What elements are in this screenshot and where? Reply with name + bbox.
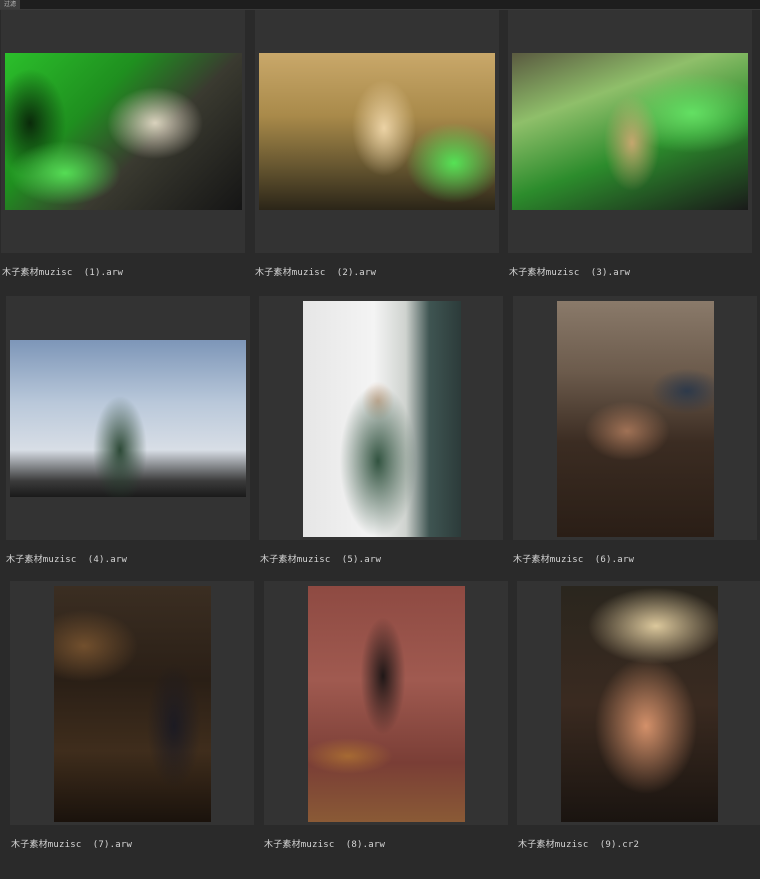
thumbnail-image-8[interactable] [308,586,465,822]
thumbnail-caption-2: 木子素材muzisc (2).arw [255,268,377,278]
thumbnail-image-7[interactable] [54,586,211,822]
thumbnail-card-4[interactable] [6,296,250,540]
thumbnail-card-5[interactable] [259,296,503,540]
thumbnail-card-2[interactable] [255,10,499,253]
thumbnail-image-5[interactable] [303,301,461,537]
thumbnail-caption-9: 木子素材muzisc (9).cr2 [518,840,640,850]
filter-tab[interactable]: 过滤 [0,0,21,9]
thumbnail-caption-3: 木子素材muzisc (3).arw [509,268,631,278]
thumbnail-caption-7: 木子素材muzisc (7).arw [11,840,133,850]
thumbnail-card-9[interactable] [517,581,760,825]
thumbnail-image-1[interactable] [5,53,242,210]
thumbnail-image-4[interactable] [10,340,246,497]
thumbnail-caption-4: 木子素材muzisc (4).arw [6,555,128,565]
top-toolbar: 过滤 [0,0,760,10]
thumbnail-caption-8: 木子素材muzisc (8).arw [264,840,386,850]
thumbnail-card-7[interactable] [10,581,254,825]
thumbnail-card-1[interactable] [1,10,245,253]
thumbnail-image-9[interactable] [561,586,718,822]
thumbnail-image-6[interactable] [557,301,714,537]
thumbnail-card-8[interactable] [264,581,508,825]
thumbnail-caption-1: 木子素材muzisc (1).arw [2,268,124,278]
thumbnail-card-3[interactable] [508,10,752,253]
thumbnail-caption-5: 木子素材muzisc (5).arw [260,555,382,565]
thumbnail-image-2[interactable] [259,53,495,210]
thumbnail-card-6[interactable] [513,296,757,540]
thumbnail-caption-6: 木子素材muzisc (6).arw [513,555,635,565]
thumbnail-image-3[interactable] [512,53,748,210]
